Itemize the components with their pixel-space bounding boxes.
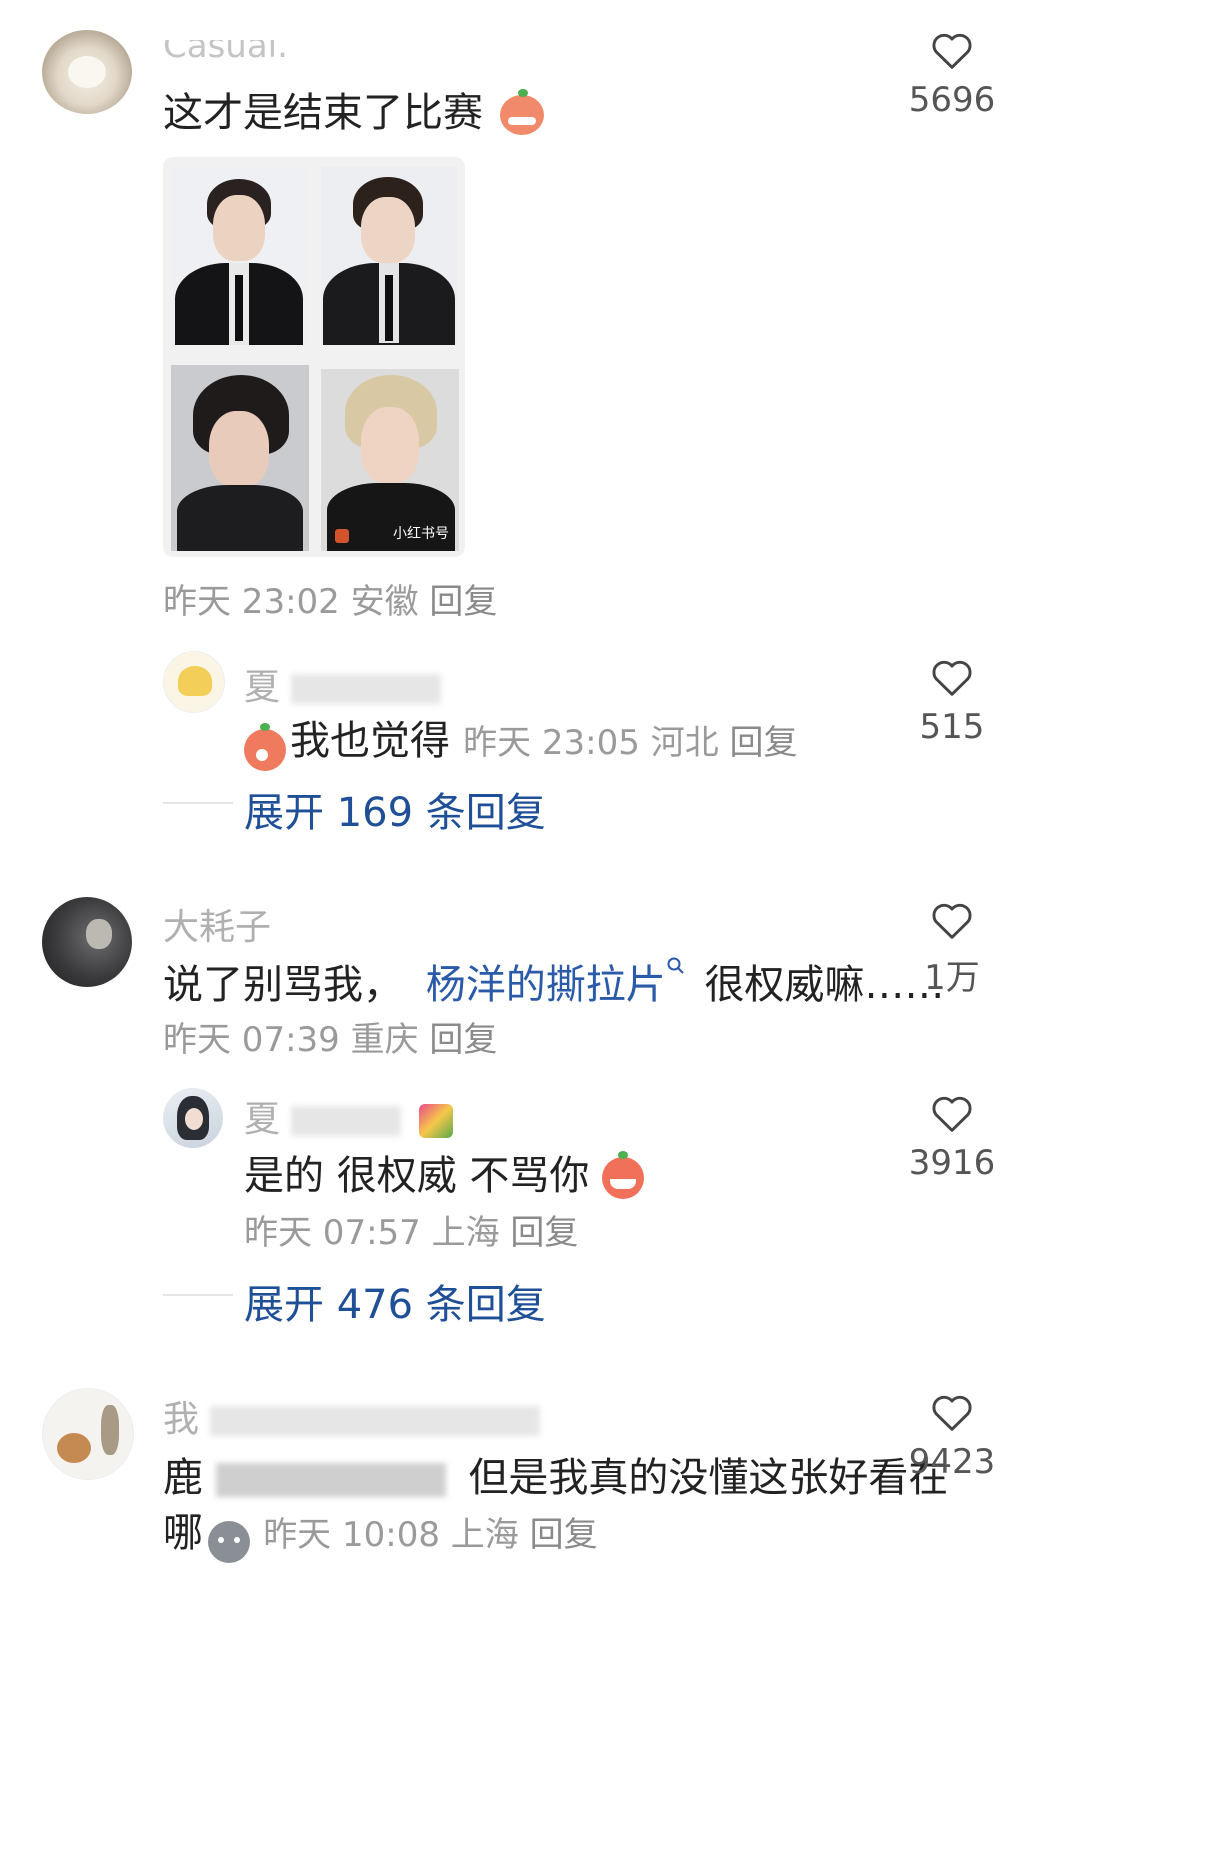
pout-emoji-icon	[208, 1520, 251, 1563]
avatar-dog-face-icon	[68, 56, 106, 88]
like-button[interactable]: 5696	[897, 30, 1007, 120]
comment-meta: 昨天 07:39 重庆 回复	[163, 1012, 497, 1061]
comment-location: 上海	[450, 1515, 519, 1555]
reply-text-body: 我也觉得	[290, 718, 450, 764]
heart-icon	[932, 660, 972, 696]
avatar[interactable]	[42, 1388, 134, 1480]
like-button[interactable]: 1万	[897, 900, 1007, 999]
reply-button[interactable]: 回复	[510, 1213, 578, 1253]
heart-icon	[932, 1395, 972, 1431]
comment-time: 昨天 07:39	[163, 1020, 340, 1060]
search-link[interactable]: 杨洋的撕拉片	[426, 962, 666, 1008]
comment-time: 昨天 10:08	[263, 1515, 440, 1555]
comment-text-body: 这才是结束了比赛	[163, 90, 483, 136]
comment-username[interactable]: 我	[163, 1390, 541, 1442]
laughing-emoji-icon	[602, 1151, 645, 1199]
like-button[interactable]: 3916	[897, 1093, 1007, 1183]
comment-location: 安徽	[350, 582, 419, 622]
like-count: 1万	[924, 958, 980, 998]
comment-username[interactable]: Casual.	[163, 40, 288, 66]
laughing-emoji-icon	[499, 89, 544, 135]
comment-text: 鹿 但是我真的没懂这张好看在	[163, 1445, 948, 1503]
reply-location: 河北	[650, 723, 719, 763]
expand-replies-button[interactable]: 展开 169 条回复	[244, 780, 546, 838]
reply-text-body: 是的 很权威 不骂你	[244, 1153, 590, 1199]
reply-button[interactable]: 回复	[730, 723, 798, 763]
heart-icon	[932, 903, 972, 939]
like-button[interactable]: 9423	[897, 1392, 1007, 1482]
reply-text: 我也觉得 昨天 23:05 河北 回复	[244, 708, 798, 771]
photo-watermark: 小红书号	[393, 526, 449, 542]
reply-location: 上海	[431, 1213, 500, 1253]
avatar-cake-icon	[178, 666, 212, 696]
comment-text-prefix: 鹿	[163, 1455, 203, 1501]
comment-photo[interactable]: 小红书号	[163, 157, 465, 557]
photo-tile	[171, 365, 309, 551]
reply-button[interactable]: 回复	[429, 582, 497, 622]
avatar[interactable]	[42, 30, 132, 114]
heart-icon	[932, 33, 972, 69]
reply-time: 昨天 23:05	[463, 723, 640, 763]
like-button[interactable]: 515	[897, 657, 1007, 747]
comment-meta: 昨天 23:02 安徽 回复	[163, 574, 497, 623]
search-icon[interactable]	[666, 956, 686, 978]
photo-tile	[321, 167, 457, 345]
expand-divider	[163, 1294, 233, 1296]
reply-meta: 昨天 07:57 上海 回复	[244, 1205, 578, 1254]
reply-text: 是的 很权威 不骂你	[244, 1143, 645, 1201]
heart-icon	[932, 1096, 972, 1132]
reply-username[interactable]: 夏	[244, 1090, 453, 1142]
like-count: 515	[919, 707, 985, 747]
comment-text-body: 但是我真的没懂这张好看在	[468, 1455, 949, 1501]
photo-tile: 小红书号	[321, 369, 459, 551]
reply-time: 昨天 07:57	[244, 1213, 421, 1253]
flower-emoji-icon	[418, 1104, 453, 1138]
like-count: 5696	[908, 80, 996, 120]
avatar[interactable]	[163, 651, 225, 713]
reply-button[interactable]: 回复	[530, 1515, 598, 1555]
reply-username[interactable]: 夏	[244, 658, 442, 710]
comment-text: 这才是结束了比赛	[163, 80, 544, 138]
avatar[interactable]	[163, 1088, 223, 1148]
like-count: 9423	[908, 1442, 996, 1482]
comment-username[interactable]: 大耗子	[163, 898, 271, 950]
comment-text-line2: 哪 昨天 10:08 上海 回复	[163, 1500, 598, 1563]
comment-text: 说了别骂我， 杨洋的撕拉片 很权威嘛……	[163, 952, 944, 1010]
reply-button[interactable]: 回复	[429, 1020, 497, 1060]
like-count: 3916	[908, 1143, 996, 1183]
expand-replies-button[interactable]: 展开 476 条回复	[244, 1272, 546, 1330]
avatar-person-icon	[86, 919, 112, 949]
comment-location: 重庆	[350, 1020, 419, 1060]
thinking-emoji-icon	[244, 722, 286, 771]
avatar-dog-icon	[57, 1433, 91, 1463]
avatar[interactable]	[42, 897, 132, 987]
comment-time: 昨天 23:02	[163, 582, 340, 622]
photo-tile	[171, 167, 307, 345]
expand-divider	[163, 802, 233, 804]
comment-text-prefix: 说了别骂我，	[163, 962, 403, 1008]
